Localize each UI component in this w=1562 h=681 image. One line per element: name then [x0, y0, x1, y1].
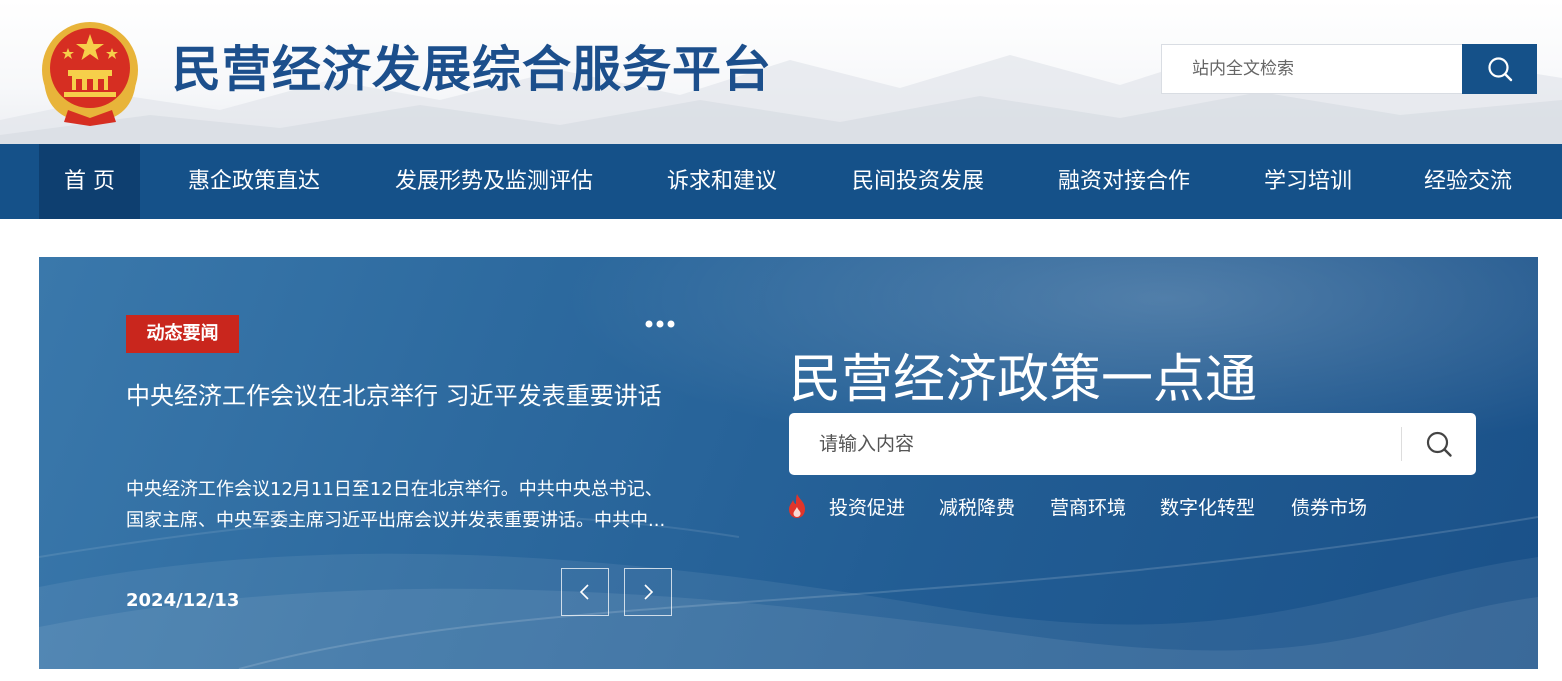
policy-search-button[interactable]: [1402, 413, 1476, 475]
nav-item-training[interactable]: 学习培训: [1246, 144, 1370, 219]
search-icon: [1426, 431, 1452, 457]
news-date: 2024/12/13: [126, 590, 240, 611]
nav-item-appeals[interactable]: 诉求和建议: [650, 144, 794, 219]
hot-tag-investment[interactable]: 投资促进: [829, 493, 905, 520]
nav-item-home[interactable]: 首 页: [39, 144, 140, 219]
site-search: [1161, 44, 1537, 94]
next-slide-button[interactable]: [624, 568, 672, 616]
hot-tag-business-environment[interactable]: 营商环境: [1050, 493, 1126, 520]
nav-item-investment[interactable]: 民间投资发展: [832, 144, 1004, 219]
flame-icon: [789, 494, 805, 518]
site-header: 民营经济发展综合服务平台: [0, 0, 1562, 144]
hot-tag-tax[interactable]: 减税降费: [939, 493, 1015, 520]
hero-banner: 动态要闻 中央经济工作会议在北京举行 习近平发表重要讲话 中央经济工作会议12月…: [39, 257, 1538, 669]
news-category-tag: 动态要闻: [126, 315, 239, 353]
policy-search: [789, 413, 1476, 475]
search-icon: [1487, 57, 1512, 82]
nav-item-policy[interactable]: 惠企政策直达: [170, 144, 338, 219]
site-title: 民营经济发展综合服务平台: [172, 41, 773, 98]
news-summary: 中央经济工作会议12月11日至12日在北京举行。中共中央总书记、国家主席、中央军…: [126, 479, 666, 531]
nav-item-experience[interactable]: 经验交流: [1406, 144, 1530, 219]
hot-tag-bonds[interactable]: 债券市场: [1291, 493, 1367, 520]
chevron-right-icon: [644, 584, 654, 600]
news-headline[interactable]: 中央经济工作会议在北京举行 习近平发表重要讲话: [126, 378, 674, 414]
site-search-input[interactable]: [1162, 45, 1462, 93]
more-dots-icon[interactable]: [645, 319, 675, 329]
policy-section-title: 民营经济政策一点通: [789, 350, 1258, 410]
hot-tag-digital[interactable]: 数字化转型: [1160, 493, 1255, 520]
chevron-left-icon: [579, 584, 589, 600]
site-search-button[interactable]: [1462, 44, 1537, 94]
nav-item-monitoring[interactable]: 发展形势及监测评估: [372, 144, 616, 219]
nav-item-financing[interactable]: 融资对接合作: [1040, 144, 1208, 219]
main-nav: 首 页 惠企政策直达 发展形势及监测评估 诉求和建议 民间投资发展 融资对接合作…: [0, 144, 1562, 219]
prev-slide-button[interactable]: [561, 568, 609, 616]
policy-search-input[interactable]: [789, 413, 1401, 475]
national-emblem-icon: [42, 22, 138, 126]
